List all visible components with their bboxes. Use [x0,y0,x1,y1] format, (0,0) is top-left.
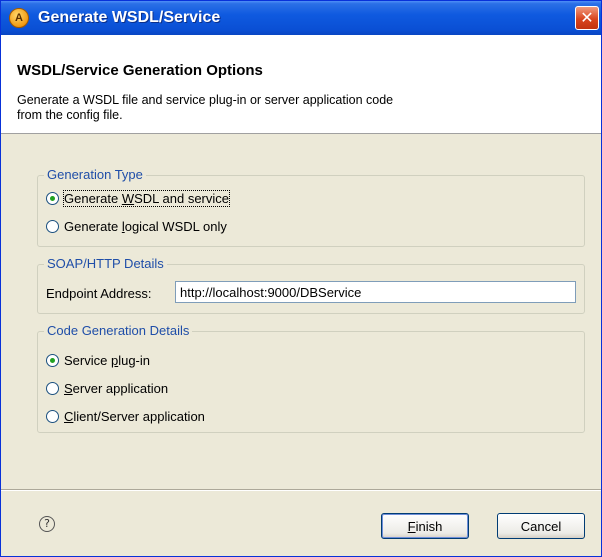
code-generation-legend: Code Generation Details [44,323,193,338]
radio-label[interactable]: Server application [64,381,168,396]
radio-checked-icon[interactable] [46,192,59,205]
endpoint-address-input[interactable] [175,281,576,303]
radio-generate-logical-wsdl-only[interactable]: Generate logical WSDL only [46,219,227,234]
radio-label[interactable]: Client/Server application [64,409,205,424]
radio-checked-icon[interactable] [46,354,59,367]
radio-service-plugin[interactable]: Service plug-in [46,353,150,368]
radio-label[interactable]: Generate WSDL and service [62,190,231,207]
footer-separator [1,489,601,491]
radio-unchecked-icon[interactable] [46,382,59,395]
dialog-window: A Generate WSDL/Service ✕ WSDL/Service G… [0,0,602,557]
app-logo-icon: A [9,8,29,28]
help-icon[interactable]: ? [39,516,55,532]
generation-type-group: Generation Type Generate WSDL and servic… [37,167,585,247]
cancel-button[interactable]: Cancel [497,513,585,539]
radio-label[interactable]: Service plug-in [64,353,150,368]
radio-unchecked-icon[interactable] [46,220,59,233]
header-banner: WSDL/Service Generation Options Generate… [1,35,601,134]
endpoint-address-label: Endpoint Address: [46,286,152,301]
radio-unchecked-icon[interactable] [46,410,59,423]
page-description-line-2: from the config file. [17,108,123,122]
window-title: Generate WSDL/Service [38,9,221,26]
radio-generate-wsdl-and-service[interactable]: Generate WSDL and service [46,190,231,207]
generation-type-legend: Generation Type [44,167,146,182]
code-generation-group: Code Generation Details Service plug-in … [37,323,585,433]
page-description-line-1: Generate a WSDL file and service plug-in… [17,93,394,107]
page-description: Generate a WSDL file and service plug-in… [17,93,487,123]
soap-http-legend: SOAP/HTTP Details [44,256,167,271]
radio-server-application[interactable]: Server application [46,381,168,396]
finish-button[interactable]: Finish [381,513,469,539]
title-bar[interactable]: A Generate WSDL/Service ✕ [1,1,601,35]
radio-client-server-application[interactable]: Client/Server application [46,409,205,424]
radio-label[interactable]: Generate logical WSDL only [64,219,227,234]
page-title: WSDL/Service Generation Options [17,62,263,79]
close-button[interactable]: ✕ [575,6,599,30]
soap-http-group: SOAP/HTTP Details Endpoint Address: [37,256,585,314]
